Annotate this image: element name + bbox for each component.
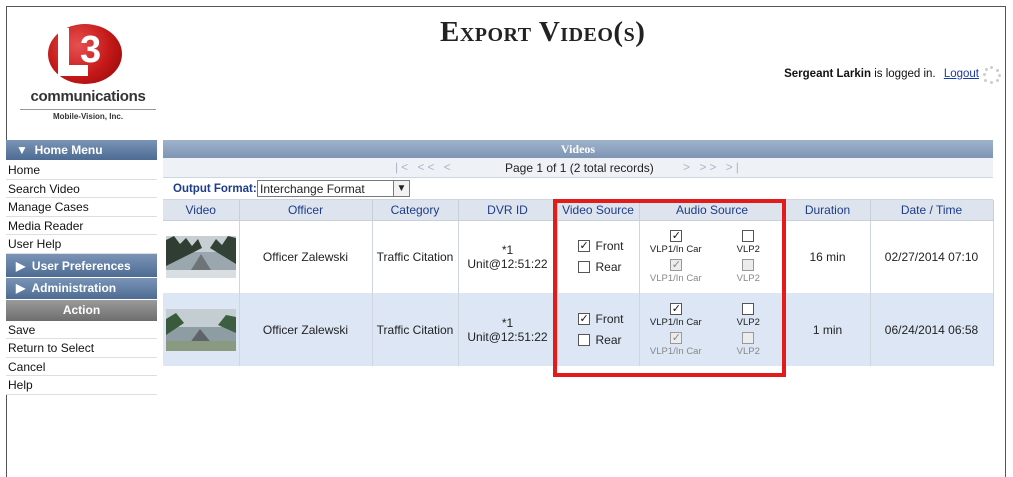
col-officer: Officer [239,200,373,221]
col-category: Category [372,200,459,221]
datetime-cell: 02/27/2014 07:10 [870,220,994,293]
pager-next-last-icon[interactable]: > >> >| [683,160,742,174]
action-header: Action [6,299,157,321]
dvr-id-cell: *1 Unit@12:51:22 [458,293,558,366]
expand-triangle-icon: ▶ [16,280,26,295]
officer-cell: Officer Zalewski [239,293,373,366]
col-duration: Duration [785,200,871,221]
col-video: Video [163,200,240,221]
duration-cell: 16 min [785,220,871,293]
output-format-row: Output Format: Interchange Format ▼ [163,178,993,200]
video-thumbnail[interactable] [165,308,236,351]
dvr-id-cell: *1 Unit@12:51:22 [458,220,558,293]
action-save[interactable]: Save [6,320,157,339]
action-cancel[interactable]: Cancel [6,357,157,376]
duration-cell: 1 min [785,293,871,366]
category-cell: Traffic Citation [372,220,459,293]
login-status: Sergeant Larkin is logged in. Logout [784,68,979,80]
videos-panel-title: Videos [163,140,993,158]
loading-spinner-icon [983,66,1001,84]
l3-logo: 3 communications Mobile-Vision, Inc. [18,22,158,122]
sidebar-item-user-help[interactable]: User Help [6,235,157,254]
home-menu-header[interactable]: ▼ Home Menu [6,140,157,161]
page-title: Export Video(s) [440,16,646,48]
administration-header[interactable]: ▶ Administration [6,277,157,300]
logged-in-text: is logged in. [874,68,936,80]
logo-text: communications [30,88,146,105]
video-thumbnail[interactable] [165,235,236,278]
sidebar-item-manage-cases[interactable]: Manage Cases [6,198,157,217]
source-highlight-box [553,199,786,377]
col-date-time: Date / Time [870,200,994,221]
col-dvr-id: DVR ID [458,200,558,221]
action-return-to-select[interactable]: Return to Select [6,339,157,358]
sidebar-item-search-video[interactable]: Search Video [6,179,157,198]
pager: |< << < Page 1 of 1 (2 total records) > … [163,158,993,178]
officer-cell: Officer Zalewski [239,220,373,293]
dropdown-arrow-icon: ▼ [393,180,410,197]
datetime-cell: 06/24/2014 06:58 [870,293,994,366]
user-name: Sergeant Larkin [784,68,872,80]
logout-link[interactable]: Logout [944,68,979,80]
action-help[interactable]: Help [6,376,157,395]
pager-first-prev-icon[interactable]: |< << < [395,160,454,174]
output-format-select[interactable]: Interchange Format ▼ [257,180,410,197]
user-preferences-header[interactable]: ▶ User Preferences [6,253,157,278]
sidebar-item-home[interactable]: Home [6,161,157,180]
logo-subtext: Mobile-Vision, Inc. [52,112,124,121]
output-format-label: Output Format: [173,183,257,195]
sidebar: ▼ Home Menu Home Search Video Manage Cas… [6,140,157,395]
pager-info: Page 1 of 1 (2 total records) [505,161,654,175]
sidebar-item-media-reader[interactable]: Media Reader [6,216,157,235]
expand-triangle-icon: ▶ [16,258,26,273]
category-cell: Traffic Citation [372,293,459,366]
collapse-triangle-icon: ▼ [16,143,28,157]
